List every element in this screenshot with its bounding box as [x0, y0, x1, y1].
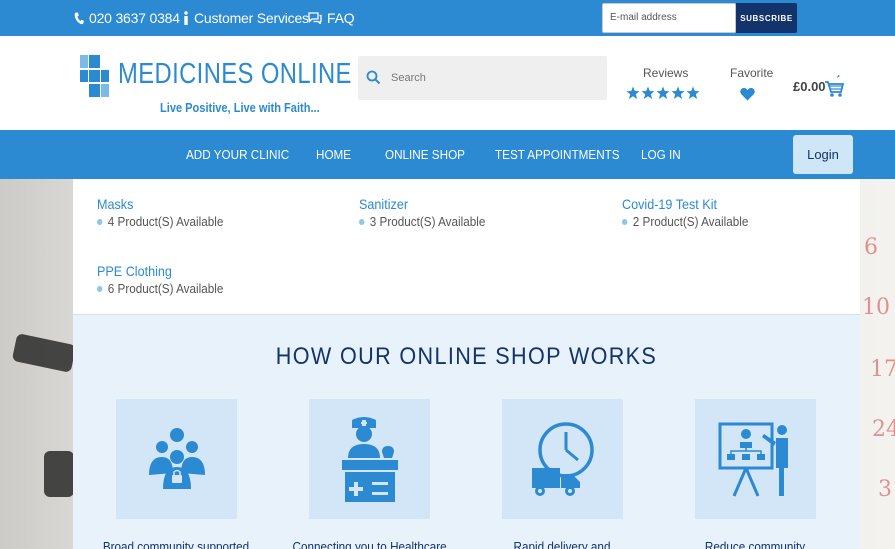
- customer-services-link[interactable]: Customer Services: [183, 10, 309, 26]
- hero-shape: [44, 451, 74, 497]
- bullet-icon: [359, 218, 365, 225]
- nav-add-your-clinic[interactable]: ADD YOUR CLINIC: [186, 147, 289, 162]
- logo-icon[interactable]: [80, 55, 109, 97]
- hero-decoration: 24: [872, 417, 895, 442]
- category-masks[interactable]: Masks 4 Product(S) Available: [97, 196, 237, 229]
- header: MEDICINES ONLINE Live Positive, Live wit…: [0, 36, 895, 130]
- heart-icon[interactable]: [740, 87, 755, 101]
- category-count: 2 Product(S) Available: [622, 214, 748, 229]
- card-text: Connecting you to Healthcare: [292, 539, 447, 549]
- category-count: 4 Product(S) Available: [97, 214, 223, 229]
- hero-decoration: 31: [878, 477, 895, 502]
- category-count-text: 6 Product(S) Available: [107, 281, 224, 296]
- phone-number: 020 3637 0384: [89, 10, 180, 26]
- faq-link[interactable]: FAQ: [308, 10, 355, 26]
- bullet-icon: [97, 218, 103, 225]
- phone-link[interactable]: 020 3637 0384: [74, 10, 180, 26]
- hero-shape: [11, 333, 77, 373]
- search-placeholder: Search: [391, 72, 426, 84]
- category-count-text: 4 Product(S) Available: [107, 214, 224, 229]
- category-count: 3 Product(S) Available: [359, 214, 485, 229]
- logo-text[interactable]: MEDICINES ONLINE: [118, 58, 352, 91]
- star-icon: [641, 86, 655, 99]
- category-name[interactable]: Covid-19 Test Kit: [622, 196, 748, 212]
- nav-online-shop[interactable]: ONLINE SHOP: [385, 147, 465, 162]
- chat-icon: [308, 12, 322, 24]
- healthcare-desk-icon: [309, 399, 430, 519]
- top-bar: 020 3637 0384 Customer Services FAQ E-ma…: [0, 0, 895, 36]
- email-input[interactable]: E-mail address: [602, 3, 736, 33]
- category-name[interactable]: Masks: [97, 196, 223, 212]
- main-nav: ADD YOUR CLINIC HOME ONLINE SHOP TEST AP…: [0, 130, 895, 179]
- star-icon: [656, 86, 670, 99]
- bullet-icon: [97, 285, 103, 292]
- community-icon: [116, 399, 237, 519]
- subscribe-button[interactable]: SUBSCRIBE: [736, 3, 797, 33]
- nav-home[interactable]: HOME: [316, 147, 351, 162]
- info-icon: [184, 11, 188, 25]
- category-sanitizer[interactable]: Sanitizer 3 Product(S) Available: [359, 196, 499, 229]
- cart-total[interactable]: £0.00: [793, 79, 826, 94]
- hero-decoration: 17: [870, 357, 895, 382]
- category-count-text: 2 Product(S) Available: [632, 214, 749, 229]
- how-it-works-section: HOW OUR ONLINE SHOP WORKS Broad communit…: [73, 314, 860, 549]
- category-name[interactable]: PPE Clothing: [97, 263, 223, 279]
- hero-decoration: 10: [862, 295, 890, 320]
- search-icon: [366, 70, 381, 85]
- nav-log-in[interactable]: LOG IN: [641, 147, 681, 162]
- cart-icon[interactable]: [824, 74, 844, 98]
- section-title: HOW OUR ONLINE SHOP WORKS: [275, 343, 658, 370]
- card-text: Rapid delivery and: [513, 539, 611, 549]
- logo-tagline: Live Positive, Live with Faith...: [160, 100, 320, 115]
- star-icon: [626, 86, 640, 99]
- card-text: Broad community supported: [102, 539, 250, 549]
- card-text: Reduce community: [704, 539, 806, 549]
- customer-services-label: Customer Services: [194, 10, 309, 26]
- category-covid-test-kit[interactable]: Covid-19 Test Kit 2 Product(S) Available: [622, 196, 762, 229]
- delivery-clock-icon: [502, 399, 623, 519]
- star-icon: [671, 86, 685, 99]
- favorite-label[interactable]: Favorite: [730, 66, 773, 80]
- phone-icon: [74, 12, 84, 24]
- faq-label: FAQ: [327, 10, 355, 26]
- hero-decoration: 6: [864, 235, 878, 260]
- category-count: 6 Product(S) Available: [97, 281, 223, 296]
- nav-test-appointments[interactable]: TEST APPOINTMENTS: [495, 147, 620, 162]
- shop-dropdown: Masks 4 Product(S) Available Sanitizer 3…: [73, 179, 860, 314]
- category-ppe-clothing[interactable]: PPE Clothing 6 Product(S) Available: [97, 263, 237, 296]
- category-name[interactable]: Sanitizer: [359, 196, 485, 212]
- star-icon: [686, 86, 700, 99]
- email-placeholder: E-mail address: [610, 12, 677, 23]
- reviews-label[interactable]: Reviews: [643, 66, 688, 80]
- login-button[interactable]: Login: [793, 135, 853, 174]
- rating-stars[interactable]: [626, 86, 700, 100]
- bullet-icon: [622, 218, 628, 225]
- presentation-icon: [695, 399, 816, 519]
- category-count-text: 3 Product(S) Available: [369, 214, 486, 229]
- search-input[interactable]: Search: [358, 56, 607, 100]
